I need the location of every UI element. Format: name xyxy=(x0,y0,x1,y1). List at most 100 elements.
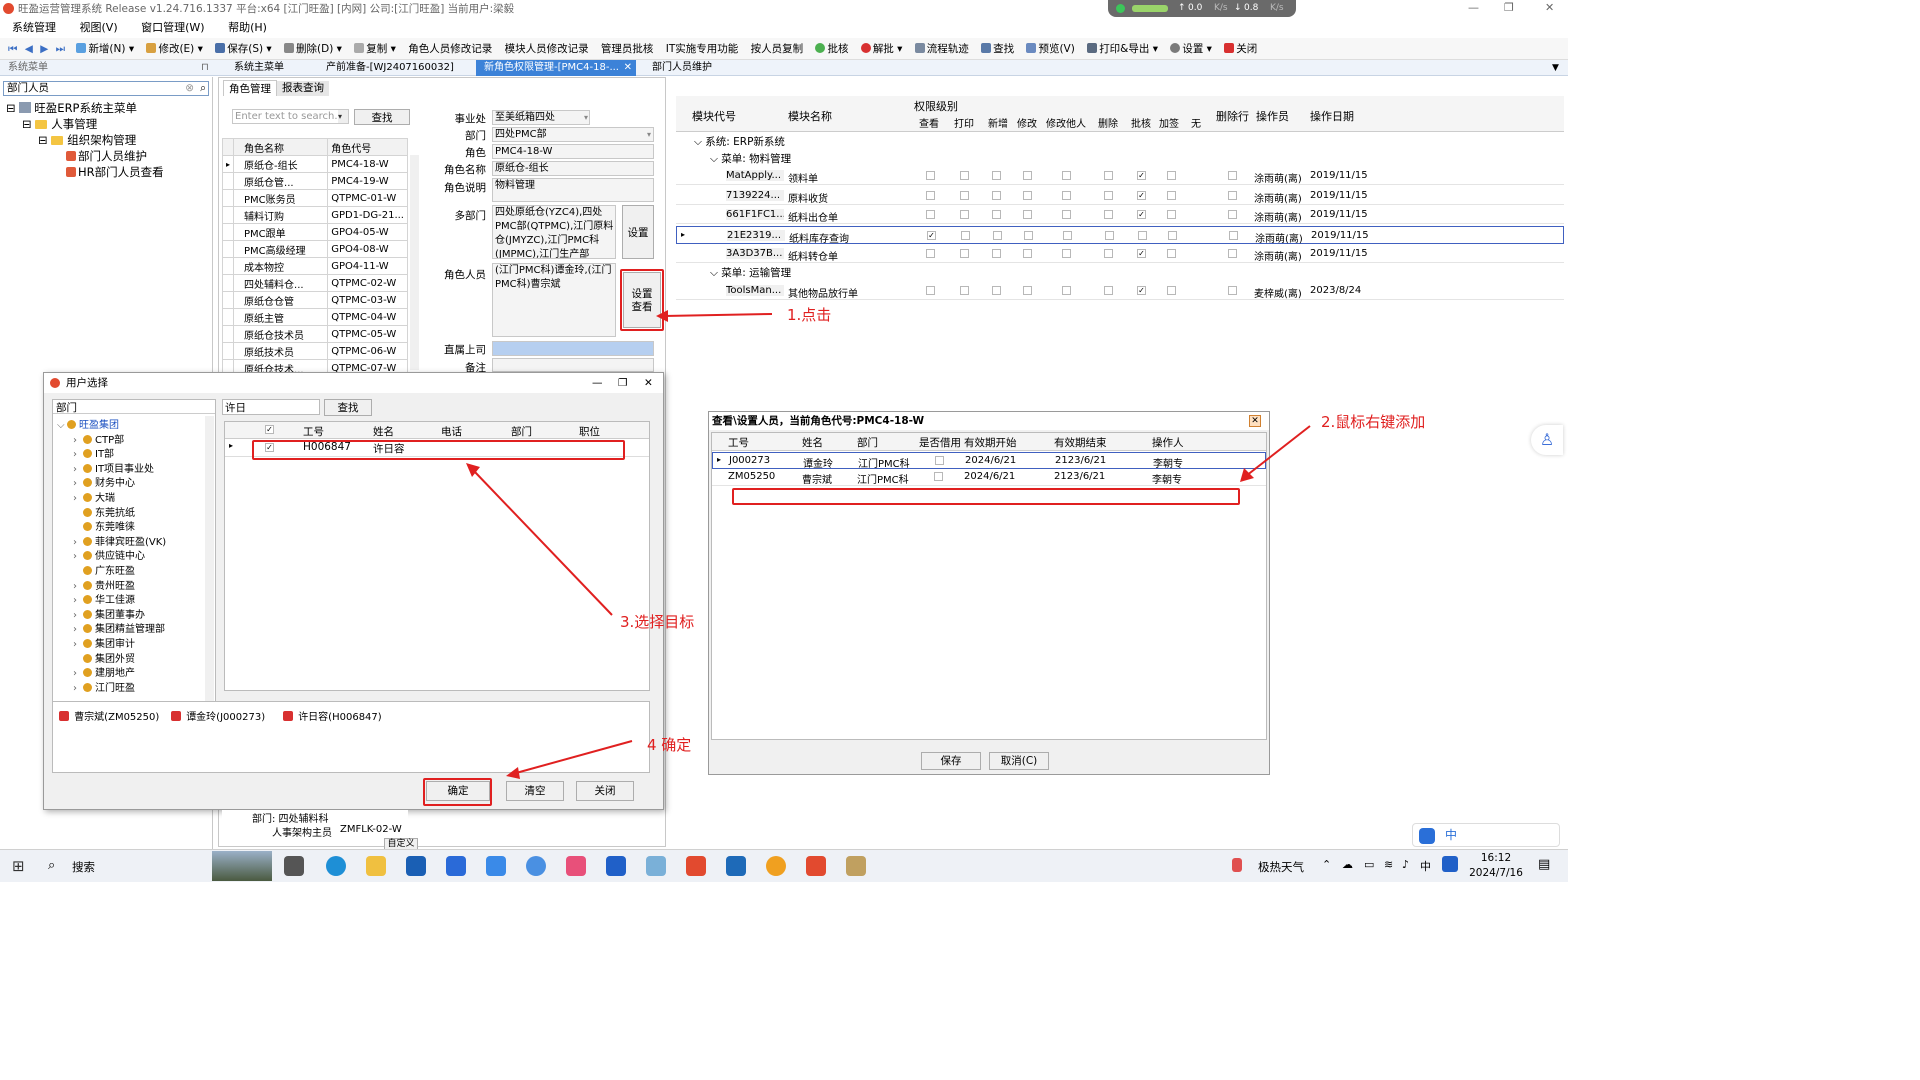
dept-tree-item[interactable]: › 集团董事办 xyxy=(73,606,145,621)
tab-preproduction[interactable]: 产前准备-[WJ2407160032] xyxy=(318,60,462,76)
app3-icon[interactable] xyxy=(646,856,666,876)
dept-tree-item[interactable]: › IT项目事业处 xyxy=(73,460,154,475)
task-view-icon[interactable] xyxy=(284,856,304,876)
nav-prev-icon[interactable]: ◀ xyxy=(25,43,33,55)
permission-row[interactable]: ToolsMan... 其他物品放行单 ✓ 麦梓威(离) 2023/8/24 xyxy=(676,282,1564,300)
nav-first-icon[interactable]: ⏮ xyxy=(8,43,17,55)
menu-group-material[interactable]: ⌵ 菜单: 物料管理 xyxy=(710,151,791,166)
permission-checkbox[interactable] xyxy=(992,171,1001,180)
dept-tree-item[interactable]: › 集团精益管理部 xyxy=(73,620,165,635)
role-row[interactable]: 成本物控 GPO4-11-W xyxy=(221,257,408,275)
selected-user-chip[interactable]: 谭金玲(J000273) xyxy=(171,708,265,723)
edge-icon[interactable] xyxy=(326,856,346,876)
dept-tree-item[interactable]: 东莞唯徕 xyxy=(73,518,135,533)
role-row[interactable]: 原纸技术员 QTPMC-06-W xyxy=(221,342,408,360)
permission-checkbox[interactable]: ✓ xyxy=(1137,210,1146,219)
permission-checkbox[interactable] xyxy=(1062,249,1071,258)
assistant-float-icon[interactable]: ♙ xyxy=(1531,425,1563,455)
approve-button[interactable]: 批核 xyxy=(815,38,848,60)
setup-cancel-button[interactable]: 取消(C) xyxy=(989,752,1049,770)
tree-org[interactable]: ⊟ 组织架构管理 xyxy=(38,132,136,148)
pin-icon[interactable]: ⊓ xyxy=(201,60,209,76)
tab-report[interactable]: 报表查询 xyxy=(277,81,329,96)
remove-icon[interactable] xyxy=(283,711,293,721)
module-member-log-button[interactable]: 模块人员修改记录 xyxy=(505,38,589,60)
permission-checkbox[interactable] xyxy=(1023,210,1032,219)
permission-checkbox[interactable] xyxy=(960,191,969,200)
taskbar-search[interactable]: 搜索 xyxy=(72,859,95,875)
dialog-minimize-icon[interactable]: — xyxy=(592,373,603,393)
role-row[interactable]: 原纸仓管... PMC4-19-W xyxy=(221,172,408,190)
select-all-checkbox[interactable]: ✓ xyxy=(265,425,274,434)
selected-user-chip[interactable]: 许日容(H006847) xyxy=(283,708,382,723)
permission-checkbox[interactable] xyxy=(1062,286,1071,295)
clock-time[interactable]: 16:12 xyxy=(1470,852,1522,864)
permission-checkbox[interactable] xyxy=(926,210,935,219)
role-search-input[interactable]: Enter text to search... ▾ xyxy=(232,109,349,124)
dept-tree-item[interactable]: › CTP部 xyxy=(73,431,124,446)
permission-checkbox[interactable] xyxy=(1104,171,1113,180)
notification-icon[interactable]: ▤ xyxy=(1538,857,1550,872)
mail-icon[interactable] xyxy=(406,856,426,876)
explorer-icon[interactable] xyxy=(366,856,386,876)
permission-row[interactable]: 7139224... 原料收货 ✓ 涂雨萌(离) 2019/11/15 xyxy=(676,187,1564,205)
permission-checkbox[interactable] xyxy=(1138,231,1147,240)
menu-window[interactable]: 窗口管理(W) xyxy=(141,21,204,34)
delete-row-checkbox[interactable] xyxy=(1229,231,1238,240)
dept-select[interactable]: 四处PMC部 ▾ xyxy=(492,127,654,142)
maximize-icon[interactable]: ❐ xyxy=(1504,1,1514,14)
app2-icon[interactable] xyxy=(566,856,586,876)
borrowed-checkbox[interactable] xyxy=(935,456,944,465)
permission-checkbox[interactable] xyxy=(1023,286,1032,295)
permission-checkbox[interactable] xyxy=(1023,249,1032,258)
app6-icon[interactable] xyxy=(846,856,866,876)
role-row[interactable]: 辅料订购 GPD1-DG-21... xyxy=(221,206,408,224)
tab-role-permission[interactable]: 新角色权限管理-[PMC4-18-... ✕ xyxy=(476,60,636,76)
borrowed-checkbox[interactable] xyxy=(934,472,943,481)
print-export-button[interactable]: 打印&导出 ▾ xyxy=(1087,38,1158,60)
close-button[interactable]: 关闭 xyxy=(1224,38,1257,60)
app4-icon[interactable] xyxy=(726,856,746,876)
permission-checkbox[interactable] xyxy=(926,249,935,258)
dept-tree-item[interactable]: › 财务中心 xyxy=(73,474,135,489)
battery-icon[interactable]: ▭ xyxy=(1364,858,1374,871)
menu-group-transport[interactable]: ⌵ 菜单: 运输管理 xyxy=(710,265,791,280)
role-members-field[interactable]: (江门PMC科)谭金玲,(江门PMC科)曹宗斌 xyxy=(492,263,616,337)
user-search-button[interactable]: 查找 xyxy=(324,399,372,416)
member-row[interactable]: ZM05250 曹宗斌 江门PMC科 2024/6/21 2123/6/21 李朝专 xyxy=(712,469,1266,486)
permission-checkbox[interactable] xyxy=(960,210,969,219)
permission-row[interactable]: MatApply... 领料单 ✓ 涂雨萌(离) 2019/11/15 xyxy=(676,167,1564,185)
app-icon[interactable] xyxy=(446,856,466,876)
clear-icon[interactable]: ⊗ xyxy=(185,82,194,95)
dept-tree-item[interactable]: › 建朋地产 xyxy=(73,664,135,679)
ime-lang[interactable]: 中 xyxy=(1445,824,1457,846)
user-search-input[interactable]: 许日 xyxy=(222,399,320,415)
role-row[interactable]: 原纸主管 QTPMC-04-W xyxy=(221,308,408,326)
supervisor-field[interactable] xyxy=(492,341,654,356)
wangying2-icon[interactable] xyxy=(806,856,826,876)
weather-text[interactable]: 极热天气 xyxy=(1258,859,1304,875)
permission-checkbox[interactable] xyxy=(1062,210,1071,219)
delete-row-checkbox[interactable] xyxy=(1228,210,1237,219)
dept-tree-item[interactable]: › 贵州旺盈 xyxy=(73,577,135,592)
tree-hr[interactable]: ⊟ 人事管理 xyxy=(22,116,97,132)
unapprove-button[interactable]: 解批 ▾ xyxy=(860,38,902,60)
tab-role-manage[interactable]: 角色管理 xyxy=(223,80,277,96)
system-group[interactable]: ⌵ 系统: ERP新系统 xyxy=(694,134,785,149)
dept-tree-item[interactable]: › 江门旺盈 xyxy=(73,679,135,694)
dept-tree-item[interactable]: 东莞抗纸 xyxy=(73,504,135,519)
permission-checkbox[interactable] xyxy=(1167,210,1176,219)
member-row[interactable]: ▸ J000273 谭金玲 江门PMC科 2024/6/21 2123/6/21 李朝专 xyxy=(712,452,1266,470)
permission-checkbox[interactable] xyxy=(1167,286,1176,295)
tree-hr-view[interactable]: HR部门人员查看 xyxy=(66,164,164,180)
menu-search-input[interactable]: 部门人员 ⊗ ⌕ xyxy=(3,81,209,96)
admin-approve-button[interactable]: 管理员批核 xyxy=(601,38,654,60)
permission-checkbox[interactable] xyxy=(1105,231,1114,240)
permission-checkbox[interactable] xyxy=(1023,191,1032,200)
permission-checkbox[interactable] xyxy=(1104,210,1113,219)
feishu-icon[interactable] xyxy=(486,856,506,876)
copy-by-person-button[interactable]: 按人员复制 xyxy=(751,38,804,60)
remove-icon[interactable] xyxy=(59,711,69,721)
permission-checkbox[interactable] xyxy=(1062,171,1071,180)
ime-tray[interactable]: 中 xyxy=(1420,858,1431,874)
